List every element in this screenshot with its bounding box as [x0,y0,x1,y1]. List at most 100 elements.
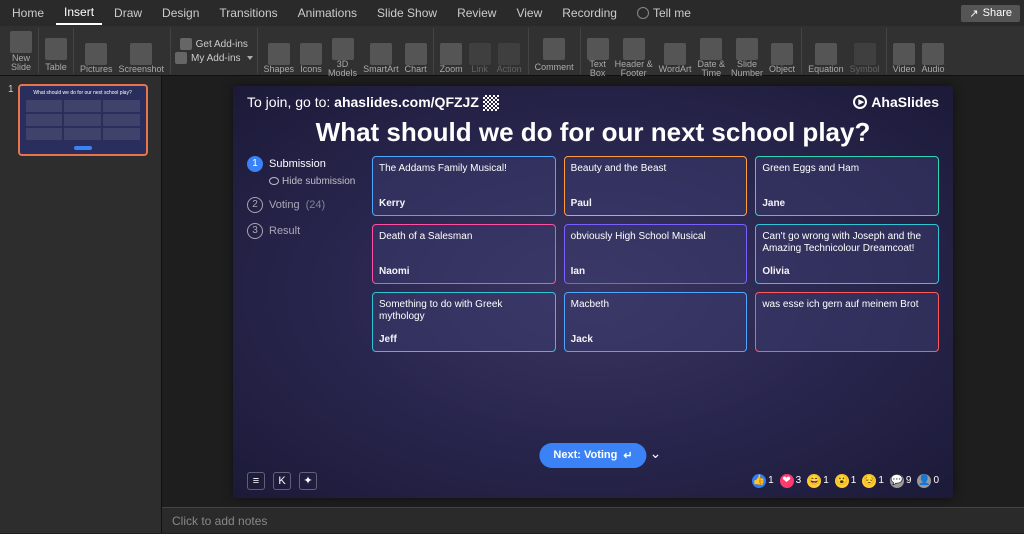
submission-card[interactable]: Death of a SalesmanNaomi [372,224,556,284]
new-slide-label: New Slide [11,54,31,72]
ribbon-images: Pictures Screenshot [74,28,171,74]
menu-home[interactable]: Home [4,2,52,24]
ribbon-slidenum[interactable]: Slide Number [731,38,763,78]
share-icon: ↗ [969,7,978,20]
ribbon-wordart[interactable]: WordArt [659,43,692,74]
menu-hamburger-icon[interactable]: ≡ [247,472,265,490]
submission-card[interactable]: was esse ich gern auf meinem Brot [755,292,939,352]
audio-icon [922,43,944,65]
ribbon-zoom[interactable]: Zoom [440,43,463,74]
wordart-icon [664,43,686,65]
slide-thumbnail[interactable]: What should we do for our next school pl… [18,84,148,156]
pictures-icon [85,43,107,65]
ribbon-link[interactable]: Link [469,43,491,74]
slide-canvas[interactable]: To join, go to: ahaslides.com/QFZJZ AhaS… [233,86,953,498]
icons-icon [300,43,322,65]
react-like[interactable]: 👍1 [752,474,774,488]
my-addins-icon [175,52,187,64]
sparkle-icon[interactable]: ✦ [299,472,317,490]
submission-card[interactable]: Can't go wrong with Joseph and the Amazi… [755,224,939,284]
react-heart[interactable]: ❤3 [780,474,802,488]
brand-logo-icon [853,95,867,109]
step-submission[interactable]: 1Submission [247,156,362,172]
card-answer: Death of a Salesman [379,231,549,243]
keyboard-icon[interactable]: K [273,472,291,490]
thumb-title: What should we do for our next school pl… [24,90,142,96]
icons-label: Icons [300,65,322,74]
ribbon-comment[interactable]: Comment [529,28,581,74]
ribbon-icons[interactable]: Icons [300,43,322,74]
card-answer: Green Eggs and Ham [762,163,932,175]
submission-card[interactable]: obviously High School MusicalIan [564,224,748,284]
react-sad[interactable]: 😔1 [862,474,884,488]
react-wow[interactable]: 😮1 [835,474,857,488]
ribbon-smartart[interactable]: SmartArt [363,43,399,74]
get-addins-label: Get Add-ins [196,39,248,50]
chevron-down-more-icon[interactable]: ⌄ [372,445,939,462]
ribbon-3dmodels[interactable]: 3D Models [328,38,357,78]
notes-panel[interactable]: Click to add notes [162,507,1024,533]
menu-review[interactable]: Review [449,2,504,24]
people-icon: 👤 [917,474,931,488]
ribbon-video[interactable]: Video [893,43,916,74]
step3-label: Result [269,225,300,237]
share-button[interactable]: ↗ Share [961,5,1020,22]
object-label: Object [769,65,795,74]
share-label: Share [983,7,1012,19]
menu-insert[interactable]: Insert [56,1,102,25]
ribbon-datetime[interactable]: Date & Time [698,38,726,78]
smartart-label: SmartArt [363,65,399,74]
menu-animations[interactable]: Animations [290,2,365,24]
get-addins-button[interactable]: Get Add-ins [180,38,248,50]
card-answer: The Addams Family Musical! [379,163,549,175]
submission-card[interactable]: Beauty and the BeastPaul [564,156,748,216]
ribbon-action[interactable]: Action [497,43,522,74]
models-icon [332,38,354,60]
menu-recording[interactable]: Recording [554,2,625,24]
zoom-icon [440,43,462,65]
wow-icon: 😮 [835,474,849,488]
ribbon-equation[interactable]: Equation [808,43,844,74]
people-count: 0 [933,475,939,486]
ribbon-textbox[interactable]: Text Box [587,38,609,78]
content-area: 1 What should we do for our next school … [0,76,1024,533]
submission-card[interactable]: Something to do with Greek mythologyJeff [372,292,556,352]
header-icon [623,38,645,60]
video-label: Video [893,65,916,74]
ribbon-shapes[interactable]: Shapes [264,43,295,74]
step-voting[interactable]: 2Voting (24) [247,197,362,213]
slide-tools: ≡ K ✦ [247,472,317,490]
menu-transitions[interactable]: Transitions [211,2,285,24]
comment-icon [543,38,565,60]
ribbon-chart[interactable]: Chart [405,43,427,74]
laugh-icon: 😄 [807,474,821,488]
step-result[interactable]: 3Result [247,223,362,239]
menu-tellme[interactable]: Tell me [629,2,699,24]
ribbon-header[interactable]: Header & Footer [615,38,653,78]
ribbon-symbol[interactable]: Symbol [850,43,880,74]
ribbon-pictures[interactable]: Pictures [80,43,113,74]
hide-submission[interactable]: Hide submission [269,176,362,187]
react-laugh[interactable]: 😄1 [807,474,829,488]
menu-view[interactable]: View [508,2,550,24]
submission-card[interactable]: MacbethJack [564,292,748,352]
next-button[interactable]: Next: Voting↵ [539,443,646,468]
menu-draw[interactable]: Draw [106,2,150,24]
card-author: Jack [571,334,741,345]
ribbon-object[interactable]: Object [769,43,795,74]
react-people[interactable]: 👤0 [917,474,939,488]
react-chat[interactable]: 💬9 [890,474,912,488]
submission-card[interactable]: The Addams Family Musical! Kerry [372,156,556,216]
card-author: Kerry [379,198,549,209]
my-addins-button[interactable]: My Add-ins [175,52,252,64]
ribbon-table[interactable]: Table [39,28,74,74]
ribbon-screenshot[interactable]: Screenshot [119,43,165,74]
ribbon-audio[interactable]: Audio [921,43,944,74]
ribbon-new-slide[interactable]: New Slide [4,28,39,74]
get-addins-icon [180,38,192,50]
submission-card[interactable]: Green Eggs and Ham Jane [755,156,939,216]
shapes-icon [268,43,290,65]
menu-design[interactable]: Design [154,2,207,24]
card-author: Jane [762,198,932,209]
menu-slideshow[interactable]: Slide Show [369,2,445,24]
